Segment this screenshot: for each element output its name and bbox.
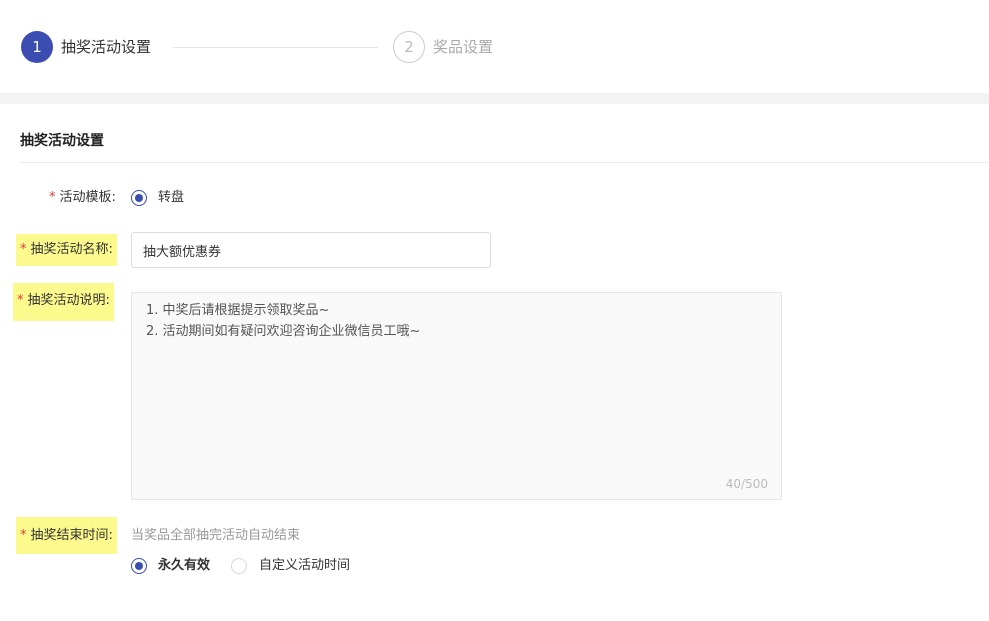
template-radio-wheel[interactable]	[131, 190, 147, 206]
step-connector	[173, 47, 378, 48]
step-2-label[interactable]: 奖品设置	[433, 37, 493, 57]
description-line-1: 1. 中奖后请根据提示领取奖品~	[146, 303, 330, 318]
description-char-counter: 40/500	[725, 477, 768, 491]
description-label: * 抽奖活动说明:	[13, 283, 114, 321]
end-time-label-text: 抽奖结束时间:	[30, 528, 113, 543]
required-mark: *	[49, 190, 56, 205]
required-mark: *	[20, 242, 27, 257]
section-divider-band	[0, 93, 989, 104]
section-rule	[20, 162, 989, 163]
name-label: * 抽奖活动名称:	[16, 234, 117, 266]
template-option-wheel[interactable]: 转盘	[158, 188, 184, 208]
activity-name-input[interactable]	[131, 232, 491, 268]
step-1-label[interactable]: 抽奖活动设置	[61, 37, 151, 57]
end-time-label: * 抽奖结束时间:	[16, 517, 117, 554]
end-time-radio-custom[interactable]	[231, 558, 247, 574]
step-2-number[interactable]: 2	[393, 31, 425, 63]
template-label: * 活动模板:	[49, 188, 116, 208]
required-mark: *	[20, 528, 27, 543]
name-label-text: 抽奖活动名称:	[30, 242, 113, 257]
stepper: 1 抽奖活动设置 2 奖品设置	[0, 0, 989, 93]
end-time-hint: 当奖品全部抽完活动自动结束	[131, 528, 301, 543]
end-time-radio-permanent[interactable]	[131, 558, 147, 574]
section-title: 抽奖活动设置	[20, 133, 104, 149]
step-1-number[interactable]: 1	[21, 31, 53, 63]
description-line-2: 2. 活动期间如有疑问欢迎咨询企业微信员工哦~	[146, 324, 421, 339]
required-mark: *	[17, 293, 24, 308]
template-label-text: 活动模板:	[59, 190, 116, 205]
end-time-option-custom[interactable]: 自定义活动时间	[259, 556, 350, 576]
description-label-text: 抽奖活动说明:	[27, 293, 110, 308]
end-time-option-permanent[interactable]: 永久有效	[158, 556, 210, 576]
description-textarea[interactable]: 1. 中奖后请根据提示领取奖品~ 2. 活动期间如有疑问欢迎咨询企业微信员工哦~…	[131, 292, 782, 500]
